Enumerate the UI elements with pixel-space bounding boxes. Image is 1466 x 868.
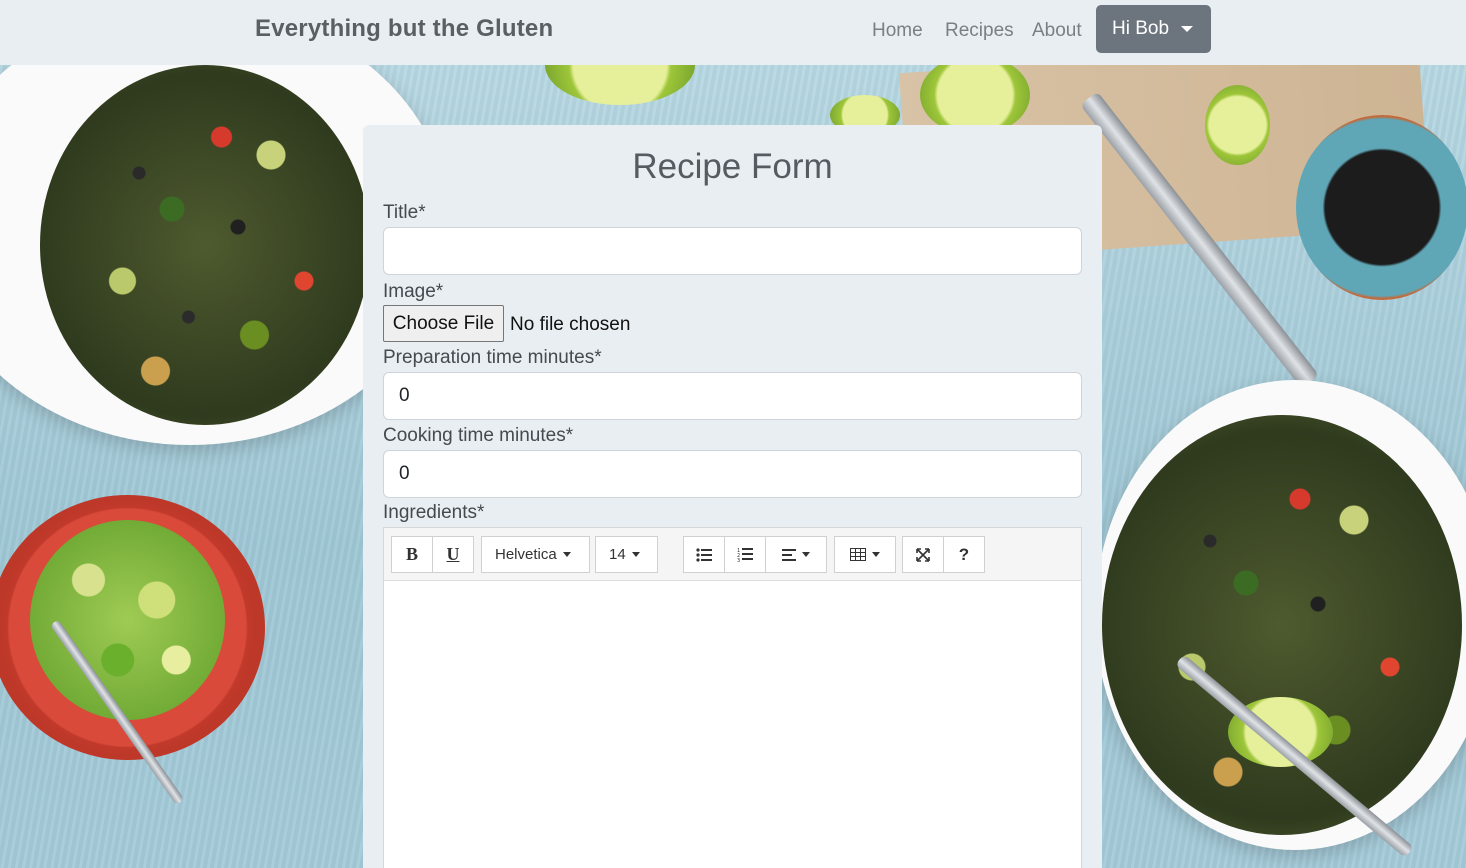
user-menu-button[interactable]: Hi Bob bbox=[1096, 5, 1211, 53]
salad-food bbox=[40, 65, 370, 425]
file-status: No file chosen bbox=[510, 314, 631, 335]
caret-down-icon bbox=[872, 552, 880, 557]
navbar: Everything but the Gluten Home Recipes A… bbox=[0, 0, 1466, 65]
font-family-value: Helvetica bbox=[495, 546, 557, 563]
nav-home[interactable]: Home bbox=[872, 20, 923, 42]
cook-time-input[interactable] bbox=[383, 450, 1082, 498]
lime-slice bbox=[545, 65, 695, 105]
cook-time-label: Cooking time minutes* bbox=[383, 425, 574, 446]
font-family-dropdown[interactable]: Helvetica bbox=[481, 536, 590, 573]
bold-button[interactable]: B bbox=[391, 536, 433, 573]
ingredients-edit-area[interactable] bbox=[384, 581, 1081, 868]
font-size-dropdown[interactable]: 14 bbox=[595, 536, 658, 573]
unordered-list-button[interactable] bbox=[683, 536, 725, 573]
prep-time-input[interactable] bbox=[383, 372, 1082, 420]
salad-food-right bbox=[1102, 415, 1462, 835]
table-dropdown[interactable] bbox=[834, 536, 896, 573]
page-title: Recipe Form bbox=[632, 147, 833, 186]
table-icon bbox=[850, 548, 866, 561]
avocado-salad bbox=[30, 520, 225, 720]
fullscreen-button[interactable] bbox=[902, 536, 944, 573]
choose-file-button[interactable]: Choose File bbox=[383, 305, 504, 342]
align-icon bbox=[782, 548, 796, 561]
caret-down-icon bbox=[562, 552, 571, 557]
caret-down-icon bbox=[802, 552, 810, 557]
title-label: Title* bbox=[383, 202, 426, 223]
bold-icon: B bbox=[405, 544, 418, 564]
ordered-list-button[interactable]: 1 2 3 bbox=[724, 536, 766, 573]
nav-recipes[interactable]: Recipes bbox=[945, 20, 1014, 42]
underline-icon: U bbox=[446, 544, 460, 564]
help-icon: ? bbox=[958, 544, 970, 564]
svg-text:3: 3 bbox=[737, 558, 740, 562]
ingredients-editor: B U Helvetica 14 1 2 3 ? bbox=[383, 527, 1082, 868]
help-button[interactable]: ? bbox=[943, 536, 985, 573]
nav-about[interactable]: About bbox=[1032, 20, 1082, 42]
prep-time-label: Preparation time minutes* bbox=[383, 347, 602, 368]
underline-button[interactable]: U bbox=[432, 536, 474, 573]
user-menu-label: Hi Bob bbox=[1112, 18, 1170, 39]
chevron-down-icon bbox=[1181, 26, 1194, 32]
image-label: Image* bbox=[383, 281, 444, 302]
ordered-list-icon: 1 2 3 bbox=[737, 548, 753, 562]
brand-link[interactable]: Everything but the Gluten bbox=[255, 15, 553, 43]
font-size-value: 14 bbox=[609, 546, 626, 563]
caret-down-icon bbox=[631, 552, 640, 557]
bean-bowl bbox=[1296, 115, 1466, 300]
fullscreen-icon bbox=[916, 547, 930, 562]
editor-toolbar: B U Helvetica 14 1 2 3 ? bbox=[384, 528, 1081, 581]
paragraph-align-dropdown[interactable] bbox=[765, 536, 827, 573]
lime-slice bbox=[1205, 85, 1270, 165]
ingredients-label: Ingredients* bbox=[383, 502, 485, 523]
unordered-list-icon bbox=[696, 547, 712, 562]
title-input[interactable] bbox=[383, 227, 1082, 275]
